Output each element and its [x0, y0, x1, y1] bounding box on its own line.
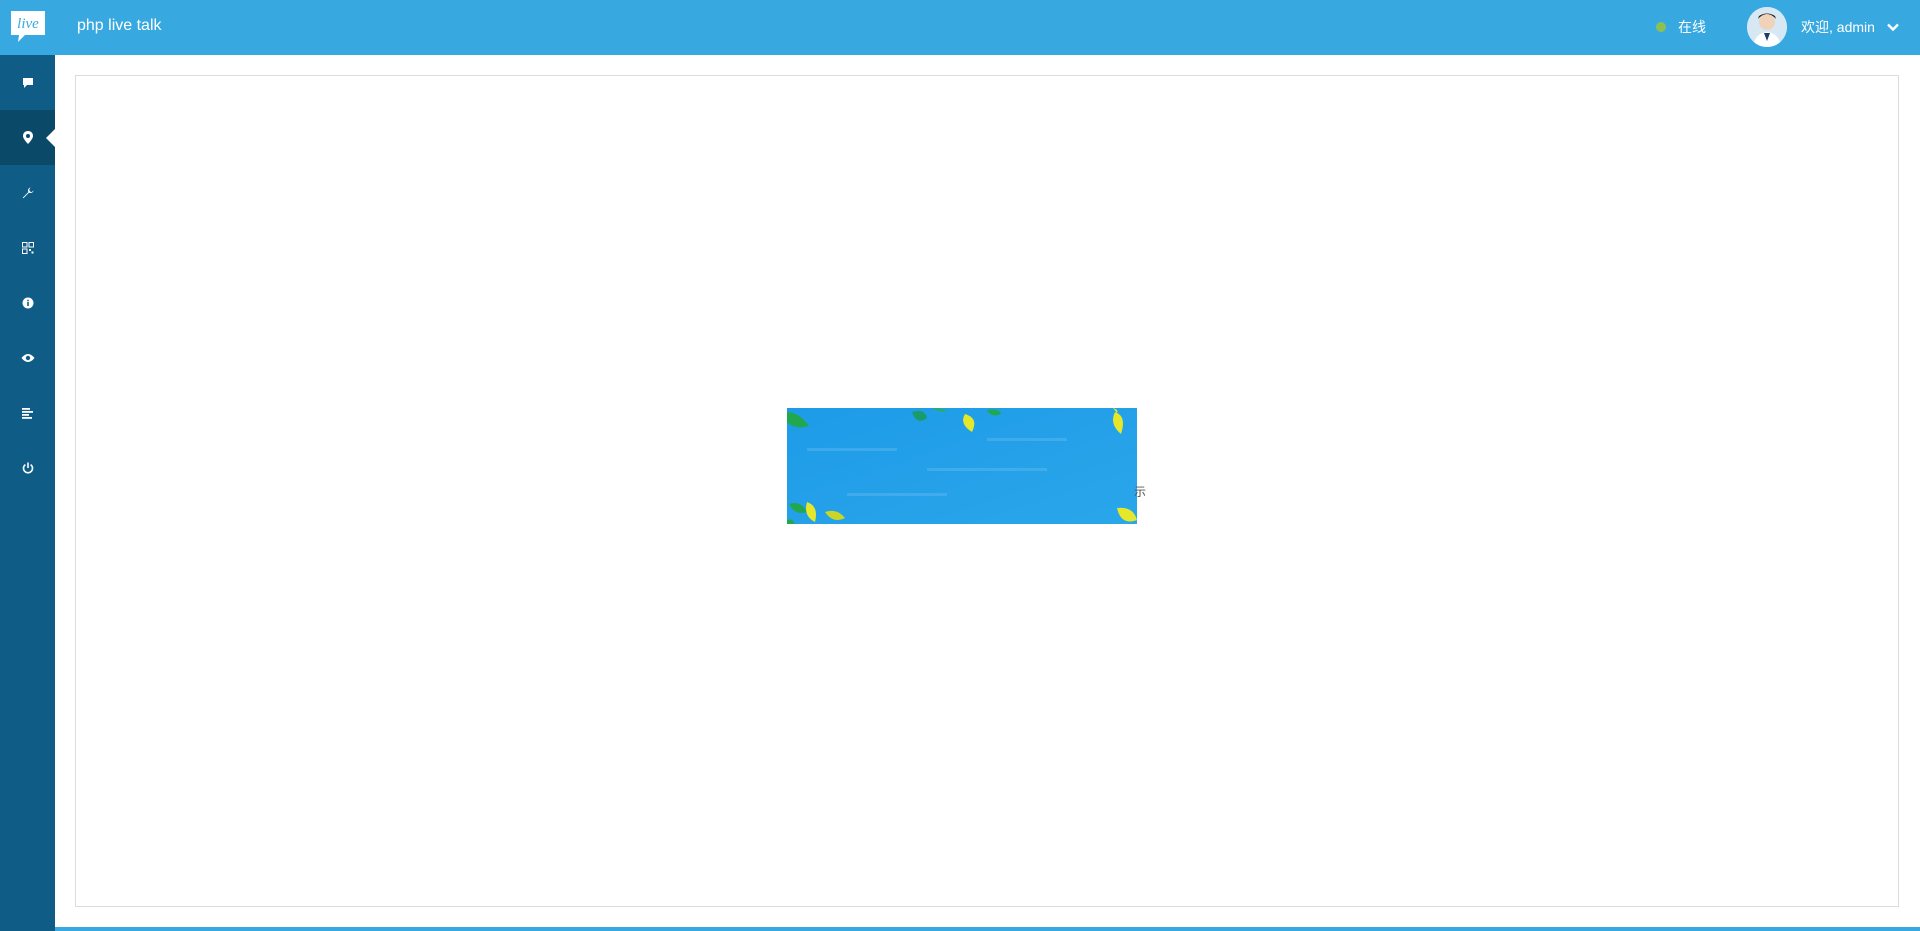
chat-icon — [22, 77, 33, 88]
qrcode-icon — [21, 241, 34, 254]
sidebar — [0, 55, 55, 931]
sidebar-item-list[interactable] — [0, 385, 55, 440]
power-icon — [22, 462, 33, 473]
chevron-down-icon — [1887, 23, 1899, 32]
sidebar-item-chat[interactable] — [0, 55, 55, 110]
sidebar-item-location[interactable] — [0, 110, 55, 165]
eye-icon — [21, 353, 34, 362]
app-title: php live talk — [77, 17, 162, 34]
status-label: 在线 — [1678, 19, 1706, 35]
logo-text: live — [17, 16, 39, 32]
bottom-accent-bar — [55, 927, 1920, 931]
map-marker-icon — [22, 131, 33, 144]
sidebar-item-info[interactable] — [0, 275, 55, 330]
sidebar-item-view[interactable] — [0, 330, 55, 385]
align-left-icon — [21, 407, 33, 419]
top-header: live php live talk 在线 欢迎, admin — [0, 0, 1920, 55]
wrench-icon — [22, 187, 33, 198]
user-menu[interactable]: 欢迎, admin — [1747, 7, 1899, 47]
status-dot-icon — [1656, 22, 1666, 32]
avatar — [1747, 7, 1787, 47]
sidebar-item-qrcode[interactable] — [0, 220, 55, 275]
info-icon — [22, 297, 33, 308]
banner-caption: 示 — [1134, 485, 1147, 499]
sidebar-item-settings[interactable] — [0, 165, 55, 220]
user-label: 欢迎, admin — [1801, 19, 1875, 35]
online-status[interactable]: 在线 — [1656, 18, 1706, 36]
banner-image — [787, 408, 1137, 524]
logo[interactable]: live — [9, 9, 47, 43]
sidebar-item-logout[interactable] — [0, 440, 55, 495]
